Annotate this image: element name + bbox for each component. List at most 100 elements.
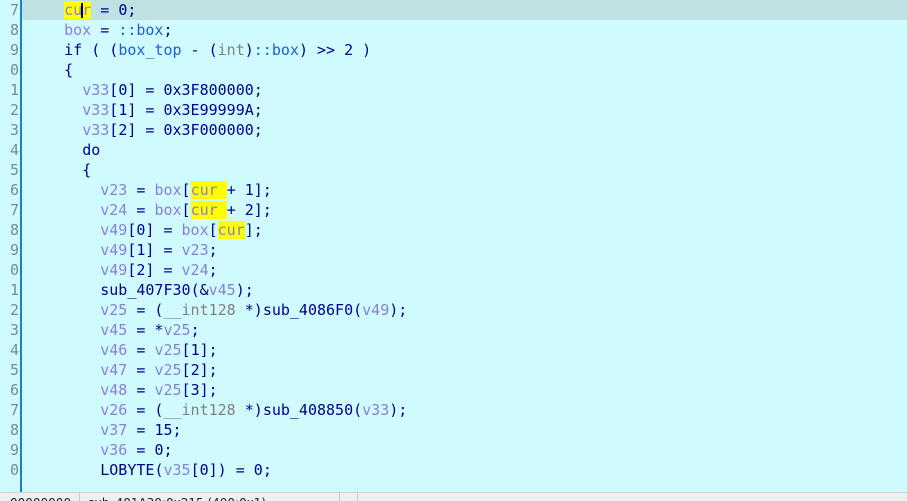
code-token: = ( (127, 301, 163, 319)
code-line[interactable]: v36 = 0; (0, 440, 907, 460)
code-line[interactable]: v46 = v25[1]; (0, 340, 907, 360)
code-token: = ( (127, 401, 163, 419)
code-token: ) >> (298, 41, 345, 59)
code-token: __int128 (163, 401, 235, 419)
code-token: ] = (145, 241, 182, 259)
code-token: 15 (154, 421, 172, 439)
code-lines[interactable]: cur = 0; box = ::box; if ( (box_top - (i… (0, 0, 907, 492)
code-token: [ (182, 361, 191, 379)
code-token: v35 (163, 461, 191, 479)
code-token: ( (353, 401, 362, 419)
code-token: [ (208, 221, 218, 239)
code-line[interactable]: v48 = v25[3]; (0, 380, 907, 400)
code-token: ; (163, 441, 173, 459)
code-token: v33 (82, 121, 109, 139)
code-line[interactable]: v49[0] = box[cur]; (0, 220, 907, 240)
code-token: ; (163, 441, 172, 459)
code-line[interactable]: v25 = (__int128 *)sub_4086F0(v49); (0, 300, 907, 320)
code-token: v49 (100, 261, 128, 279)
code-token: ); (389, 401, 407, 419)
line-number: 8 (9, 21, 19, 39)
code-token: = * (127, 321, 164, 339)
code-token: v49 (362, 301, 389, 319)
code-line[interactable]: { (0, 60, 907, 80)
code-token: v24 (182, 261, 209, 279)
code-token: { (64, 61, 74, 79)
code-token: 0 (118, 1, 127, 19)
code-line[interactable]: v45 = *v25; (0, 320, 907, 340)
code-line[interactable]: v23 = box[cur + 1]; (0, 180, 907, 200)
code-line[interactable]: v37 = 15; (0, 420, 907, 440)
code-token: v24 (100, 201, 128, 219)
code-token: = ( (127, 401, 164, 419)
line-number: 9 (9, 41, 19, 59)
code-line[interactable]: v49[1] = v23; (0, 240, 907, 260)
code-token: ]; (199, 361, 218, 379)
code-token: v46 (100, 341, 127, 359)
code-line[interactable]: v47 = v25[2]; (0, 360, 907, 380)
code-token: ); (389, 301, 408, 319)
code-token: v23 (100, 181, 128, 199)
code-line[interactable]: v49[2] = v24; (0, 260, 907, 280)
code-editor[interactable]: 7 8 9 0 1 2 3 4 5 6 7 8 9 0 1 2 3 4 5 6 7 8 9 0 cur = 0; box = … (0, 0, 907, 492)
code-token: v46 (100, 341, 128, 359)
code-token: 0 (118, 81, 127, 99)
code-line[interactable]: v33[1] = 0x3E99999A; (0, 100, 907, 120)
code-token: [ (181, 361, 191, 379)
code-token: v25 (154, 361, 182, 379)
highlighted-identifier: cur (64, 1, 92, 19)
code-line[interactable]: v33[0] = 0x3F800000; (0, 80, 907, 100)
code-token: ] = (127, 121, 163, 139)
code-token: ( (353, 301, 362, 319)
code-token: v37 (100, 421, 128, 439)
code-line[interactable]: box = ::box; (0, 20, 907, 40)
code-line[interactable]: LOBYTE(v35[0]) = 0; (0, 460, 907, 480)
code-token: box_top (118, 41, 182, 59)
code-token: int (217, 41, 245, 59)
code-token: ; (163, 21, 173, 39)
code-token: ]; (254, 201, 272, 219)
code-token: v25 (154, 361, 181, 379)
line-number: 0 (9, 461, 19, 479)
code-line[interactable]: v24 = box[cur + 2]; (0, 200, 907, 220)
code-token: if ( ( (64, 41, 119, 59)
code-line[interactable]: v33[2] = 0x3F000000; (0, 120, 907, 140)
code-token: = (127, 181, 155, 199)
code-token: v49 (100, 261, 127, 279)
code-token: = (127, 441, 155, 459)
code-token: box (64, 21, 91, 39)
code-line[interactable]: do (0, 140, 907, 160)
code-token: sub_4086F0 (263, 301, 353, 319)
code-token: 0 (199, 461, 209, 479)
code-token: cur (190, 181, 227, 199)
status-bar-cell: sub_401A30:0x215 (400:0x1) (80, 493, 341, 501)
line-number: 0 (9, 61, 19, 79)
code-line[interactable]: if ( (box_top - (int)::box) >> 2 ) (0, 40, 907, 60)
code-line[interactable]: { (0, 160, 907, 180)
code-token: ) (244, 41, 254, 59)
code-token: v48 (100, 381, 128, 399)
code-token: 0 (253, 461, 263, 479)
code-token: ] = (145, 221, 181, 239)
code-token: v47 (100, 361, 128, 379)
code-token: = (127, 361, 154, 379)
line-number: 8 (9, 421, 19, 439)
code-token: v33 (82, 81, 110, 99)
line-number: 4 (9, 141, 19, 159)
code-line[interactable]: sub_407F30(&v45); (0, 280, 907, 300)
code-token: ; (254, 101, 263, 119)
code-token: ( (353, 301, 363, 319)
code-token: 2 (191, 361, 200, 379)
line-number: 1 (9, 81, 19, 99)
code-token: ); (236, 281, 254, 299)
status-bar-content: 00000000sub_401A30:0x215 (400:0x1) (0, 493, 376, 501)
code-token: [ (182, 341, 191, 359)
code-line[interactable]: v26 = (__int128 *)sub_408850(v33); (0, 400, 907, 420)
code-line-current[interactable]: cur = 0; (0, 0, 907, 20)
code-token: ( (353, 401, 363, 419)
